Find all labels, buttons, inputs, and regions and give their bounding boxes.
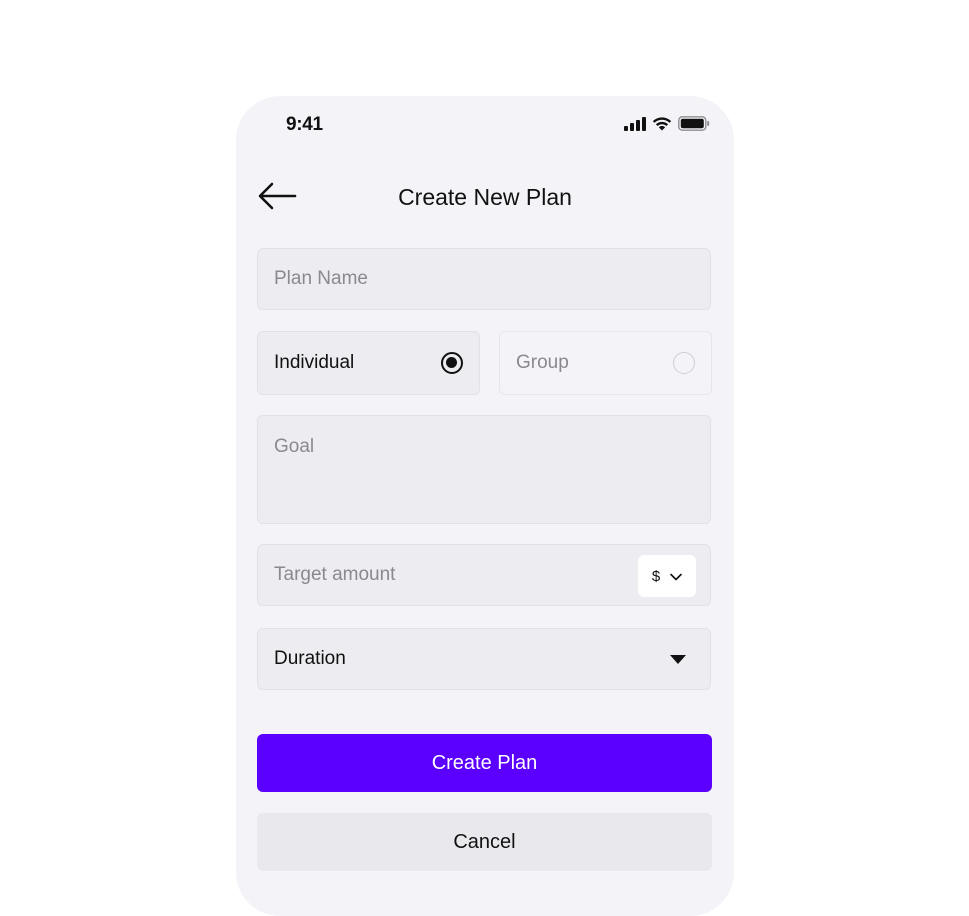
individual-label: Individual xyxy=(274,352,355,373)
cellular-signal-icon xyxy=(624,116,646,136)
caret-down-icon xyxy=(670,655,686,664)
plan-type-group-option[interactable]: Group xyxy=(499,331,712,395)
battery-icon xyxy=(678,116,710,136)
page-header: Create New Plan xyxy=(236,176,734,220)
cancel-button[interactable]: Cancel xyxy=(257,813,712,871)
plan-type-individual-option[interactable]: Individual xyxy=(257,331,480,395)
currency-select[interactable]: $ xyxy=(638,555,696,597)
individual-radio[interactable] xyxy=(441,352,463,374)
chevron-down-icon xyxy=(670,568,682,585)
status-time: 9:41 xyxy=(286,114,323,135)
plan-name-input[interactable] xyxy=(258,249,710,309)
group-label: Group xyxy=(516,352,569,373)
target-amount-field: $ xyxy=(257,544,711,606)
status-bar: 9:41 xyxy=(236,96,734,156)
group-radio[interactable] xyxy=(673,352,695,374)
wifi-icon xyxy=(652,116,672,136)
create-plan-button[interactable]: Create Plan xyxy=(257,734,712,792)
duration-value: Duration xyxy=(274,648,346,669)
duration-select[interactable]: Duration xyxy=(257,628,711,690)
plan-name-field xyxy=(257,248,711,310)
page-title: Create New Plan xyxy=(398,184,572,210)
currency-symbol: $ xyxy=(651,567,661,585)
status-icons xyxy=(624,116,710,136)
goal-field xyxy=(257,415,711,524)
phone-screen: 9:41 Create New Plan Plan Name Individua… xyxy=(236,96,734,916)
goal-input[interactable] xyxy=(258,416,710,523)
